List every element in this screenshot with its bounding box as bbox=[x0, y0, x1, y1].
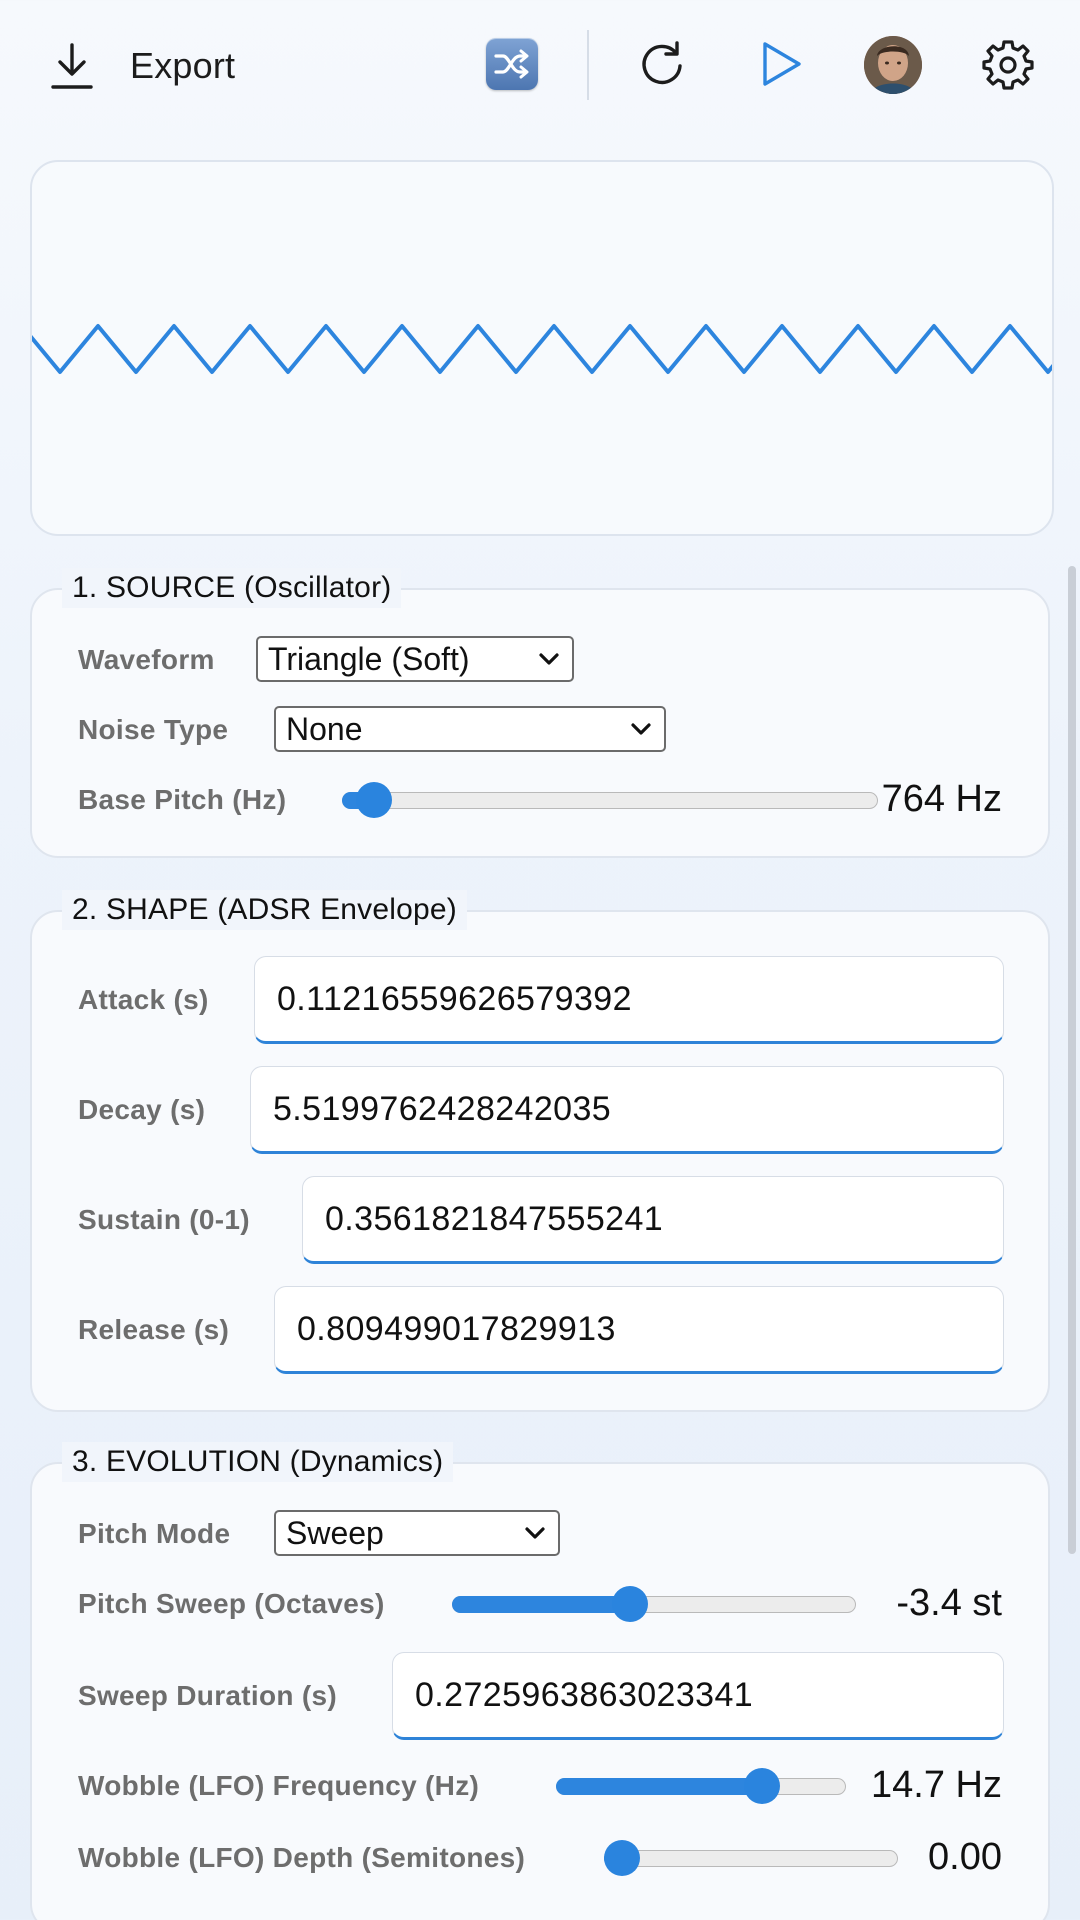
decay-input[interactable]: 5.5199762428242035 bbox=[250, 1066, 1004, 1154]
slider-thumb[interactable] bbox=[356, 782, 393, 818]
refresh-button[interactable] bbox=[634, 36, 690, 92]
play-icon bbox=[763, 42, 801, 86]
download-icon bbox=[51, 43, 93, 89]
toolbar-divider bbox=[587, 30, 589, 100]
avatar[interactable] bbox=[864, 36, 922, 94]
pitch-mode-select[interactable]: Sweep bbox=[274, 1510, 560, 1556]
noise-type-label: Noise Type bbox=[78, 714, 229, 745]
noise-type-select-value: None bbox=[286, 710, 363, 747]
lfo-frequency-value: 14.7 Hz bbox=[871, 1764, 1002, 1806]
chevron-down-icon bbox=[539, 653, 559, 665]
chevron-down-icon bbox=[631, 723, 651, 735]
sweep-duration-label: Sweep Duration (s) bbox=[78, 1680, 337, 1711]
release-input[interactable]: 0.809499017829913 bbox=[274, 1286, 1004, 1374]
pitch-sweep-value: -3.4 st bbox=[896, 1582, 1002, 1624]
waveform-select-value: Triangle (Soft) bbox=[268, 640, 470, 677]
pitch-mode-label: Pitch Mode bbox=[78, 1518, 231, 1549]
slider-fill bbox=[556, 1778, 762, 1795]
pitch-sweep-slider[interactable] bbox=[452, 1586, 856, 1622]
waveform-preview bbox=[30, 160, 1054, 536]
attack-label: Attack (s) bbox=[78, 984, 209, 1015]
export-label: Export bbox=[130, 45, 236, 86]
scrollbar-thumb[interactable] bbox=[1068, 566, 1076, 1554]
evolution-section: 3. EVOLUTION (Dynamics) Pitch Mode Sweep… bbox=[30, 1442, 1050, 1920]
gear-icon bbox=[982, 40, 1034, 90]
base-pitch-slider[interactable] bbox=[342, 782, 878, 818]
base-pitch-label: Base Pitch (Hz) bbox=[78, 784, 287, 815]
shape-section: 2. SHAPE (ADSR Envelope) Attack (s) 0.11… bbox=[30, 890, 1050, 1412]
waveform-label: Waveform bbox=[78, 644, 215, 675]
waveform-select[interactable]: Triangle (Soft) bbox=[256, 636, 574, 682]
toolbar: Export bbox=[0, 0, 1080, 130]
section-title-source: 1. SOURCE (Oscillator) bbox=[62, 568, 402, 608]
shuffle-icon bbox=[494, 49, 529, 79]
pitch-mode-select-value: Sweep bbox=[286, 1514, 384, 1551]
noise-type-select[interactable]: None bbox=[274, 706, 666, 752]
settings-button[interactable] bbox=[980, 36, 1036, 92]
base-pitch-value: 764 Hz bbox=[881, 778, 1002, 820]
refresh-icon bbox=[642, 41, 682, 85]
play-button[interactable] bbox=[752, 36, 808, 92]
sustain-label: Sustain (0-1) bbox=[78, 1204, 250, 1235]
lfo-depth-value: 0.00 bbox=[928, 1836, 1002, 1878]
shuffle-button[interactable] bbox=[486, 38, 538, 90]
decay-label: Decay (s) bbox=[78, 1094, 206, 1125]
source-section: 1. SOURCE (Oscillator) Waveform Triangle… bbox=[30, 568, 1050, 858]
slider-track bbox=[604, 1850, 898, 1867]
section-title-evolution: 3. EVOLUTION (Dynamics) bbox=[62, 1442, 454, 1482]
section-title-shape: 2. SHAPE (ADSR Envelope) bbox=[62, 890, 467, 930]
chevron-down-icon bbox=[525, 1527, 545, 1539]
waveform-plot bbox=[32, 324, 1052, 374]
pitch-sweep-label: Pitch Sweep (Octaves) bbox=[78, 1588, 385, 1619]
lfo-frequency-label: Wobble (LFO) Frequency (Hz) bbox=[78, 1770, 480, 1801]
lfo-frequency-slider[interactable] bbox=[556, 1768, 846, 1804]
lfo-depth-label: Wobble (LFO) Depth (Semitones) bbox=[78, 1842, 526, 1873]
sweep-duration-input[interactable]: 0.2725963863023341 bbox=[392, 1652, 1004, 1740]
slider-thumb[interactable] bbox=[743, 1768, 780, 1804]
avatar-image bbox=[864, 36, 922, 94]
lfo-depth-slider[interactable] bbox=[604, 1840, 898, 1876]
attack-input[interactable]: 0.11216559626579392 bbox=[254, 956, 1004, 1044]
slider-thumb[interactable] bbox=[604, 1840, 640, 1876]
slider-thumb[interactable] bbox=[611, 1586, 648, 1622]
waveform-line bbox=[32, 324, 1052, 374]
slider-track bbox=[342, 792, 878, 809]
slider-fill bbox=[452, 1596, 630, 1613]
sustain-input[interactable]: 0.3561821847555241 bbox=[302, 1176, 1004, 1264]
export-button[interactable]: Export bbox=[48, 38, 235, 94]
release-label: Release (s) bbox=[78, 1314, 230, 1345]
